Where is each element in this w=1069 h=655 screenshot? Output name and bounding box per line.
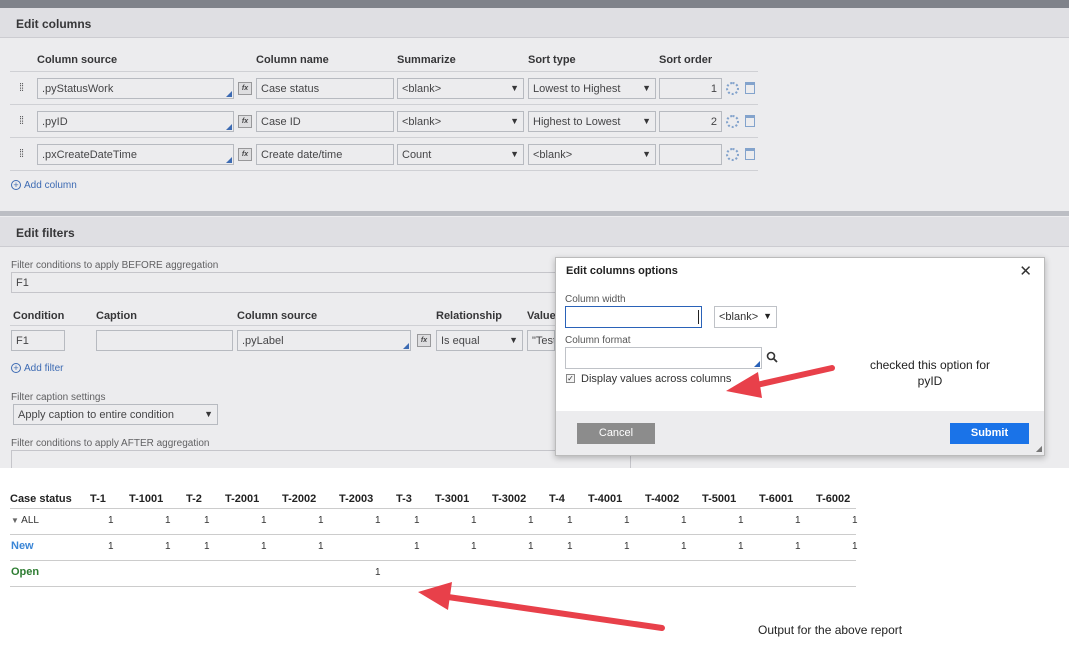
arrow-to-report <box>445 594 665 631</box>
arrow-head <box>726 372 762 398</box>
checked-option-note: checked this option for pyID <box>869 358 991 388</box>
annotation-arrows <box>418 365 835 631</box>
arrow-to-checkbox <box>749 365 835 389</box>
output-note: Output for the above report <box>758 623 903 637</box>
arrow-head <box>418 582 452 610</box>
